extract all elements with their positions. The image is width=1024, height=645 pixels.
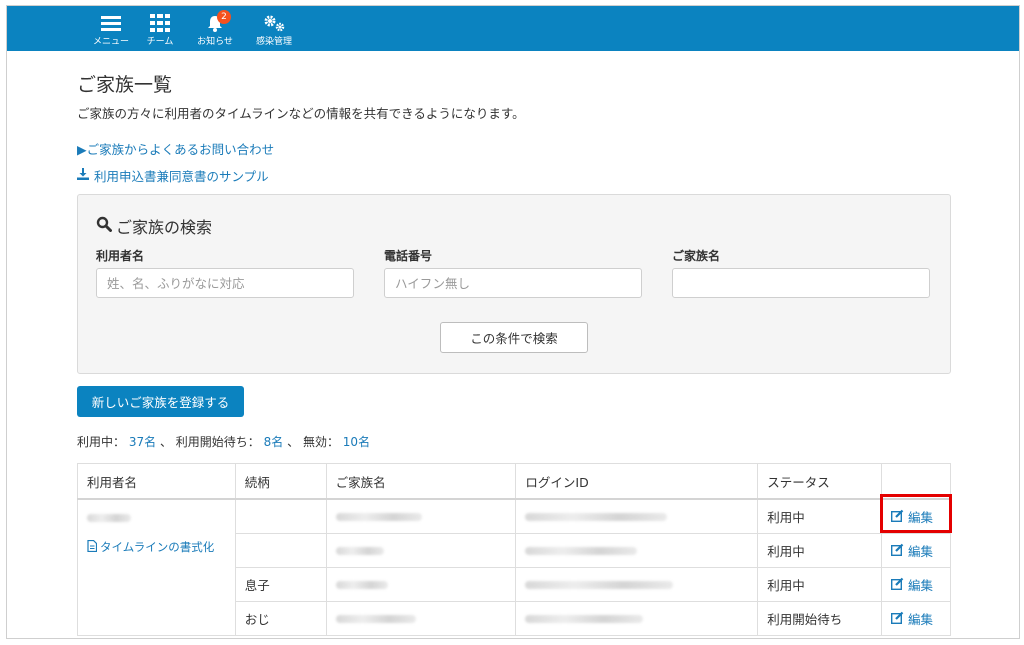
- login-id-cell: [515, 567, 759, 602]
- nav-notifications-label: お知らせ: [197, 37, 233, 47]
- gears-icon: [247, 12, 301, 34]
- edit-icon: [891, 611, 904, 627]
- login-id-cell: [515, 533, 759, 568]
- relation-cell: [234, 498, 327, 534]
- relation-cell: [234, 533, 327, 568]
- col-relation: 続柄: [234, 463, 327, 500]
- faq-link[interactable]: ▶ご家族からよくあるお問い合わせ: [77, 139, 274, 158]
- user-name-input[interactable]: [96, 268, 354, 298]
- active-count-label: 利用中：: [77, 435, 126, 449]
- status-cell: 利用中: [757, 567, 883, 602]
- edit-button[interactable]: 編集: [891, 609, 941, 628]
- relation-cell: 息子: [234, 567, 327, 602]
- family-search-panel: ご家族の検索 利用者名 電話番号 ご家族名 この条件で検索: [77, 194, 951, 374]
- login-id-cell: [515, 601, 759, 636]
- download-icon: [77, 168, 89, 183]
- redacted-login-id: [525, 513, 668, 521]
- user-name-label: 利用者名: [96, 249, 145, 263]
- user-name-cell: タイムラインの書式化: [77, 498, 236, 636]
- menu-icon: [84, 12, 138, 34]
- redacted-family-name: [335, 513, 422, 521]
- edit-button[interactable]: 編集: [891, 541, 941, 560]
- app-frame: メニュー チーム 2 お知らせ 感染管理 ご家族一覧 ご家族の方々に利用者のタイ…: [6, 5, 1020, 639]
- document-icon: [87, 539, 98, 555]
- family-name-cell: [325, 567, 517, 602]
- family-name-input[interactable]: [672, 268, 930, 298]
- nav-notifications[interactable]: 2 お知らせ: [188, 9, 242, 49]
- login-id-cell: [515, 498, 759, 534]
- page-description: ご家族の方々に利用者のタイムラインなどの情報を共有できるようになります。: [77, 106, 525, 121]
- nav-team[interactable]: チーム: [133, 9, 187, 49]
- nav-infection-control-label: 感染管理: [255, 37, 292, 47]
- search-icon: [96, 216, 112, 236]
- family-name-cell: [325, 498, 517, 534]
- edit-cell: 編集: [881, 533, 951, 568]
- search-panel-title-text: ご家族の検索: [116, 218, 213, 237]
- relation-cell: おじ: [234, 601, 327, 636]
- sample-download-link[interactable]: 利用申込書兼同意書のサンプル: [77, 166, 269, 185]
- family-table: 利用者名 続柄 ご家族名 ログインID ステータス タイムラインの書式化 利用中…: [77, 463, 951, 636]
- edit-icon: [891, 543, 904, 559]
- grid-icon: [133, 12, 187, 34]
- redacted-login-id: [525, 547, 638, 555]
- inactive-count-label: 無効：: [302, 435, 339, 449]
- count-separator: 、: [287, 435, 300, 449]
- edit-label: 編集: [908, 544, 934, 559]
- pending-count[interactable]: 8名: [264, 435, 284, 449]
- edit-label: 編集: [908, 578, 934, 593]
- redacted-login-id: [525, 615, 644, 623]
- pending-count-label: 利用開始待ち：: [175, 435, 260, 449]
- timeline-format-label: タイムラインの書式化: [100, 540, 215, 554]
- family-name-cell: [325, 533, 517, 568]
- edit-label: 編集: [908, 612, 934, 627]
- redacted-family-name: [335, 615, 416, 623]
- inactive-count[interactable]: 10名: [343, 435, 370, 449]
- family-counts: 利用中： 37名 、 利用開始待ち： 8名 、 無効： 10名: [77, 433, 370, 450]
- page-title: ご家族一覧: [77, 74, 173, 96]
- edit-button-highlight: [880, 494, 952, 533]
- edit-cell: 編集: [881, 601, 951, 636]
- edit-icon: [891, 577, 904, 593]
- col-family-name: ご家族名: [325, 463, 517, 500]
- notification-badge: 2: [217, 10, 231, 24]
- table-header-row: 利用者名 続柄 ご家族名 ログインID ステータス: [77, 463, 951, 500]
- table-row: タイムラインの書式化 利用中 編集: [77, 498, 951, 636]
- register-family-button[interactable]: 新しいご家族を登録する: [77, 386, 244, 417]
- redacted-user-name: [87, 514, 131, 522]
- top-navigation-bar: メニュー チーム 2 お知らせ 感染管理: [7, 6, 1019, 51]
- count-separator: 、: [159, 435, 172, 449]
- edit-cell: 編集: [881, 567, 951, 602]
- edit-button[interactable]: 編集: [891, 575, 941, 594]
- redacted-family-name: [335, 547, 384, 555]
- col-login-id: ログインID: [515, 463, 759, 500]
- timeline-format-link[interactable]: タイムラインの書式化: [87, 539, 226, 555]
- status-cell: 利用中: [757, 533, 883, 568]
- phone-input[interactable]: [384, 268, 642, 298]
- phone-label: 電話番号: [384, 249, 433, 263]
- status-cell: 利用開始待ち: [757, 601, 883, 636]
- nav-infection-control[interactable]: 感染管理: [247, 9, 301, 49]
- status-cell: 利用中: [757, 498, 883, 534]
- col-status: ステータス: [757, 463, 883, 500]
- redacted-family-name: [335, 581, 388, 589]
- family-name-label: ご家族名: [672, 249, 721, 263]
- active-count[interactable]: 37名: [129, 435, 156, 449]
- search-panel-title: ご家族の検索: [96, 214, 212, 238]
- family-name-cell: [325, 601, 517, 636]
- search-button[interactable]: この条件で検索: [440, 322, 588, 353]
- sample-download-label: 利用申込書兼同意書のサンプル: [94, 169, 269, 184]
- redacted-login-id: [525, 581, 674, 589]
- col-user-name: 利用者名: [77, 463, 236, 500]
- bell-icon: [188, 12, 242, 34]
